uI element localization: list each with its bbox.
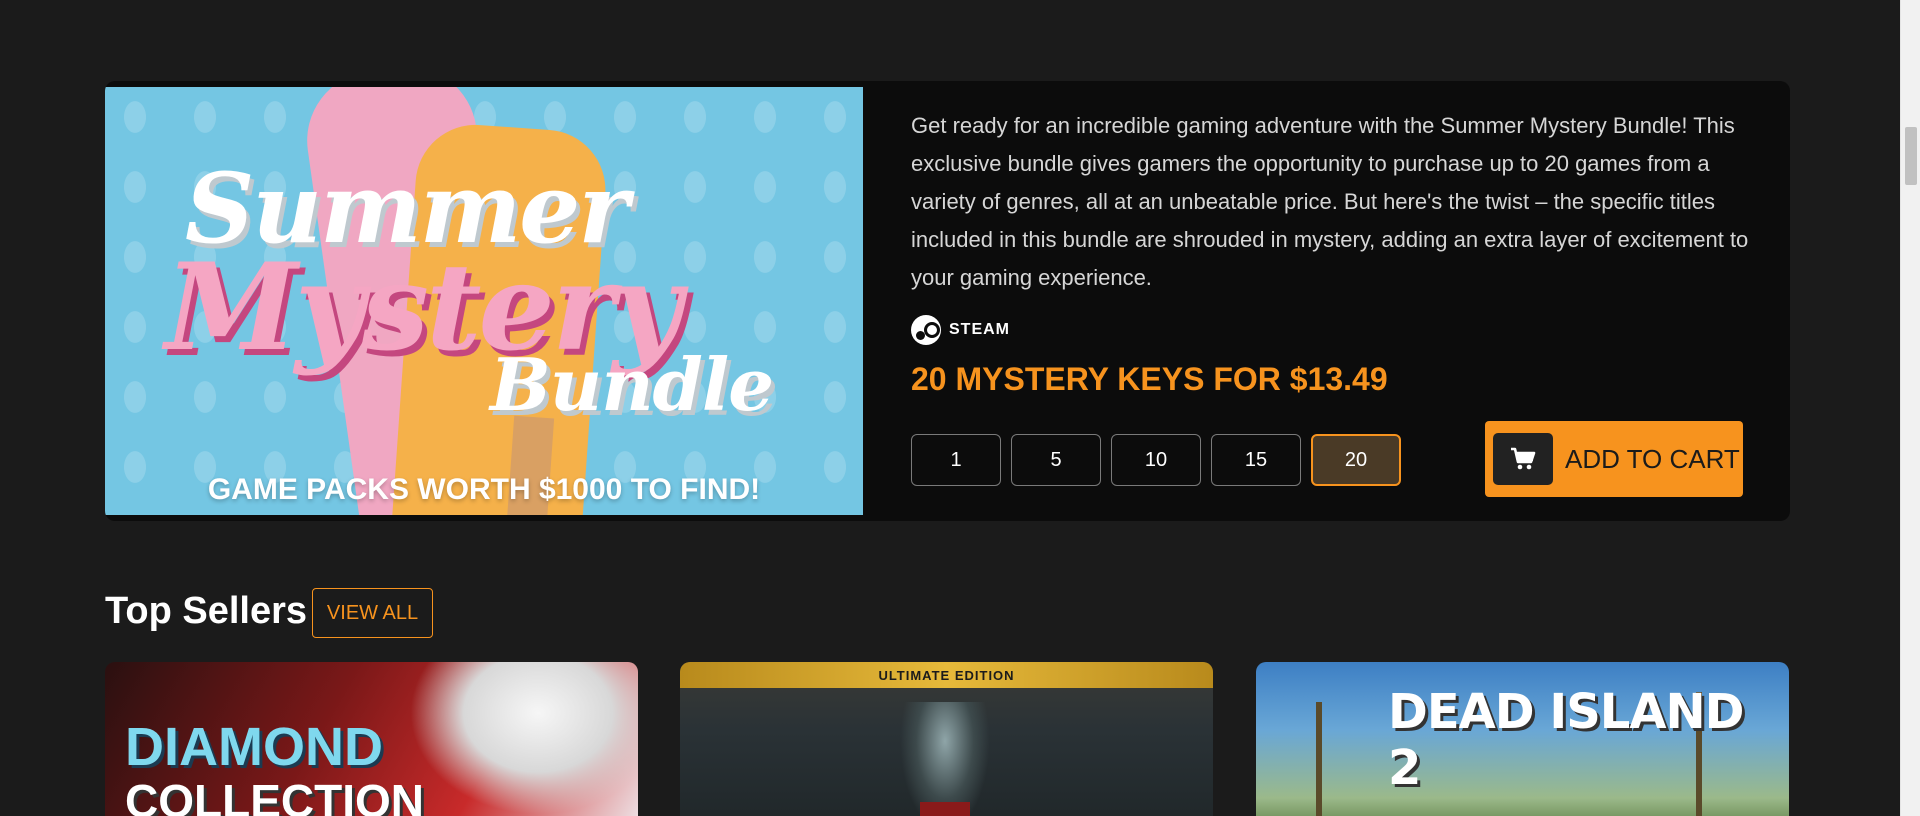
product-card[interactable]: DEAD ISLAND 2 <box>1256 662 1789 816</box>
quantity-option-15[interactable]: 15 <box>1211 434 1301 486</box>
promo-description: Get ready for an incredible gaming adven… <box>911 113 1749 290</box>
scrollbar-thumb[interactable] <box>1905 127 1917 185</box>
platform-info: STEAM <box>911 315 1010 345</box>
quantity-option-20[interactable]: 20 <box>1311 434 1401 486</box>
product-card[interactable]: DIAMOND COLLECTION <box>105 662 638 816</box>
card-artwork <box>900 702 990 816</box>
cart-icon <box>1493 433 1553 485</box>
card-logo: DEAD ISLAND 2 <box>1388 684 1745 796</box>
quantity-option-1[interactable]: 1 <box>911 434 1001 486</box>
card-artwork-detail <box>920 802 970 816</box>
product-card[interactable]: ULTIMATE EDITION <box>680 662 1213 816</box>
card-subtitle: COLLECTION <box>125 775 424 816</box>
quantity-option-5[interactable]: 5 <box>1011 434 1101 486</box>
quantity-option-10[interactable]: 10 <box>1111 434 1201 486</box>
edition-badge: ULTIMATE EDITION <box>680 662 1213 688</box>
platform-label: STEAM <box>949 321 1010 338</box>
card-title: DIAMOND <box>125 717 383 777</box>
add-to-cart-button[interactable]: ADD TO CART <box>1485 421 1743 497</box>
quantity-selector: 1 5 10 15 20 <box>911 434 1401 486</box>
banner-title-bundle: Bundle <box>490 342 774 427</box>
top-sellers-title: Top Sellers <box>105 590 308 632</box>
view-all-button[interactable]: VIEW ALL <box>312 588 433 638</box>
promo-banner-image[interactable]: Summer Mystery Bundle GAME PACKS WORTH $… <box>105 87 863 515</box>
offer-price: 20 MYSTERY KEYS FOR $13.49 <box>911 361 1388 397</box>
card-artwork <box>388 662 638 816</box>
banner-tagline: GAME PACKS WORTH $1000 TO FIND! <box>207 473 761 506</box>
palm-tree <box>1316 702 1322 816</box>
vertical-scrollbar[interactable] <box>1900 0 1920 816</box>
promo-panel: Summer Mystery Bundle GAME PACKS WORTH $… <box>105 81 1790 521</box>
add-to-cart-label: ADD TO CART <box>1565 443 1740 474</box>
steam-icon <box>911 315 941 345</box>
